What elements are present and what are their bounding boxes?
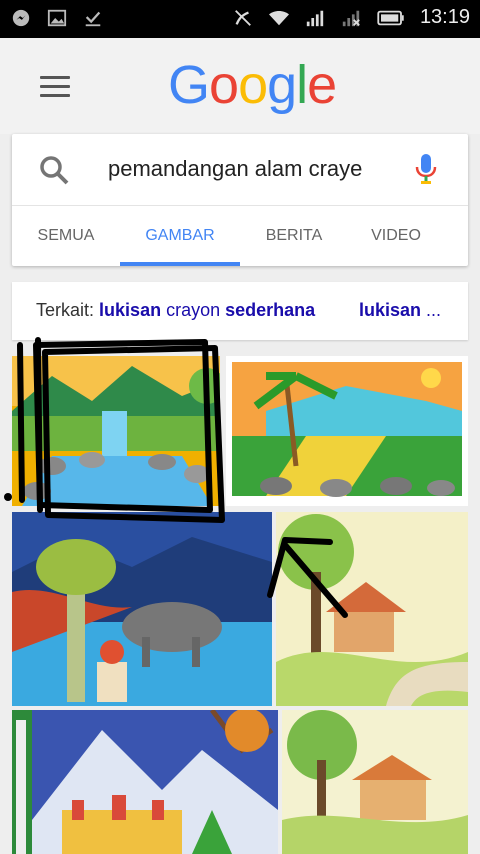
chip2-rest: ... (421, 300, 442, 320)
search-tabs: SEMUA GAMBAR BERITA VIDEO (12, 206, 468, 266)
image-result-mountain-river[interactable] (226, 356, 468, 506)
logo-letter: o (209, 55, 239, 115)
related-prefix: Terkait: (36, 300, 95, 320)
app-bar: Google (0, 38, 480, 134)
tab-video[interactable]: VIDEO (348, 206, 444, 266)
image-results-grid (0, 352, 480, 854)
image-result-castle[interactable] (12, 710, 278, 854)
battery-icon (377, 10, 404, 25)
related-chip-lukisan[interactable]: lukisan ... (359, 300, 441, 321)
search-icon[interactable] (38, 154, 70, 186)
chip1-bold-2: sederhana (225, 300, 316, 320)
search-bar[interactable]: pemandangan alam craye (12, 134, 468, 206)
signal-noservice-icon (342, 10, 360, 26)
logo-letter: e (307, 55, 337, 115)
status-bar: 13:19 (0, 0, 480, 38)
logo-letter: g (267, 55, 297, 115)
chip1-mid: crayon (161, 300, 226, 320)
logo-letter: G (168, 55, 210, 115)
image-result-buffalo-river[interactable] (12, 512, 272, 706)
logo-letter: l (296, 55, 308, 115)
image-result-waterfall[interactable] (12, 356, 220, 506)
logo-letter: o (238, 55, 268, 115)
related-chip-lukisan-crayon-sederhana[interactable]: lukisan crayon sederhana (99, 300, 315, 320)
menu-icon[interactable] (40, 76, 70, 98)
search-input[interactable]: pemandangan alam craye (108, 156, 378, 182)
chip2-bold: lukisan (359, 300, 422, 320)
download-done-icon (85, 11, 101, 27)
tab-gambar[interactable]: GAMBAR (120, 206, 240, 266)
image-result-house-trees[interactable] (282, 710, 468, 854)
messenger-icon (12, 9, 30, 27)
active-tab-indicator (120, 262, 240, 266)
voice-search-icon[interactable] (414, 152, 438, 186)
google-logo[interactable]: Google (168, 54, 337, 116)
search-card: pemandangan alam craye SEMUA GAMBAR BERI… (12, 134, 468, 266)
image-result-house-path[interactable] (276, 512, 468, 706)
nfc-muted-icon (235, 9, 251, 26)
related-searches: Terkait: lukisan crayon sederhana lukisa… (12, 282, 468, 340)
chip1-bold-1: lukisan (99, 300, 162, 320)
wifi-icon (268, 10, 289, 25)
tab-berita[interactable]: BERITA (240, 206, 348, 266)
tab-semua[interactable]: SEMUA (12, 206, 120, 266)
signal-icon (306, 10, 324, 26)
gallery-icon (47, 9, 67, 27)
status-time: 13:19 (419, 6, 470, 28)
